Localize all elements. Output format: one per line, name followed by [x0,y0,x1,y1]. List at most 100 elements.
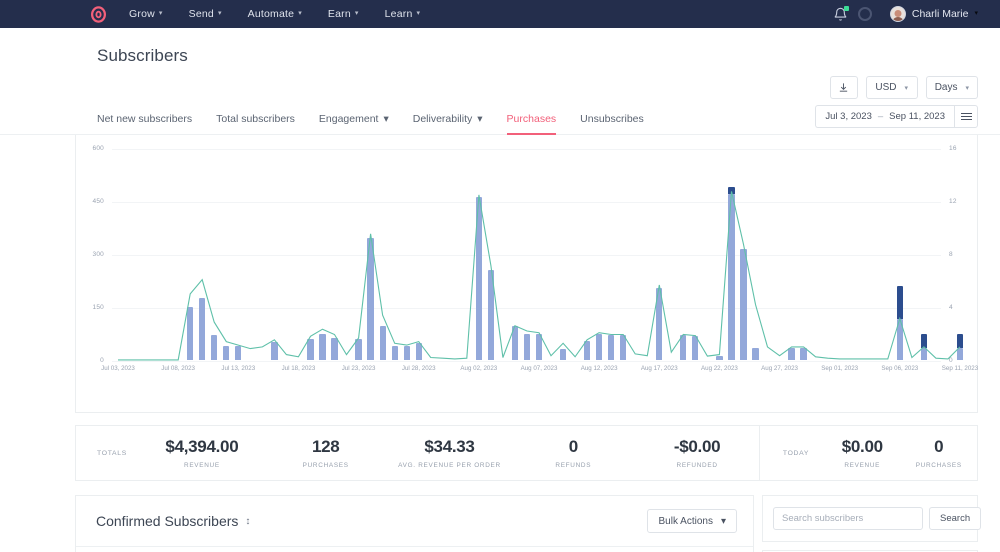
user-menu[interactable]: Charli Marie ▾ [889,6,978,22]
x-axis-tick-label: Aug 27, 2023 [761,365,798,372]
user-name-label: Charli Marie [911,8,969,20]
nav-right-cluster: Charli Marie ▾ [833,0,1000,28]
nav-item-earn-label: Earn [327,8,351,20]
x-axis-tick-label: Aug 07, 2023 [520,365,558,372]
stat-purchases-value: 128 [311,437,340,456]
nav-item-automate[interactable]: Automate ▾ [248,8,302,20]
bell-icon[interactable] [833,5,849,22]
today-revenue-value: $0.00 [841,437,883,456]
search-button[interactable]: Search [929,507,982,530]
x-axis-tick-label: Jul 03, 2023 [101,365,135,372]
page-container: Subscribers USD ▾ Days ▾ Net new subscri… [0,28,1000,552]
tab-net-new-subscribers-label: Net new subscribers [97,113,193,125]
nav-item-learn[interactable]: Learn ▾ [385,8,421,20]
stat-refunds: 0 REFUNDS [511,437,635,469]
table-column-headers: SUBSCRIBER SUBSCRIPTION DATE STATUS [76,546,753,552]
x-axis-tick-label: Aug 17, 2023 [640,365,678,372]
stat-avg-revenue-caption: AVG. REVENUE PER ORDER [398,462,501,469]
report-tabs-row: Net new subscribers Total subscribers En… [0,99,1000,135]
date-range-end: Sep 11, 2023 [889,111,945,122]
chevron-down-icon: ▾ [217,10,222,17]
report-tabs: Net new subscribers Total subscribers En… [97,113,644,135]
date-range-input[interactable]: Jul 3, 2023 – Sep 11, 2023 [815,105,954,128]
x-axis-tick-label: Aug 22, 2023 [701,365,738,372]
currency-selector[interactable]: USD ▾ [865,76,918,99]
nav-item-learn-label: Learn [384,8,413,20]
today-purchases-caption: PURCHASES [915,462,962,469]
subscribers-table-header: Confirmed Subscribers ↕ Bulk Actions ▾ [76,496,753,546]
x-axis-tick-label: Sep 01, 2023 [821,365,859,372]
tab-engagement[interactable]: Engagement ▾ [319,113,389,134]
download-button[interactable] [829,76,858,99]
x-axis-tick-label: Sep 06, 2023 [881,365,919,372]
today-panel: TODAY $0.00 REVENUE 0 PURCHASES [760,425,978,481]
subscribers-section: Confirmed Subscribers ↕ Bulk Actions ▾ S… [75,495,982,552]
x-axis-tick-label: Jul 28, 2023 [401,365,436,372]
today-label: TODAY [782,449,810,457]
calendar-button[interactable] [954,105,978,128]
purchases-chart-card: 0 150 300 450 600 0 4 8 12 16 Jul 03, 2023 Jul 08, … [75,135,978,413]
x-axis-tick-label: Jul 13, 2023 [221,365,256,372]
today-revenue-caption: REVENUE [844,462,881,469]
chevron-down-icon: ▾ [416,10,421,17]
totals-panel: TOTALS $4,394.00 REVENUE 128 PURCHASES $… [75,425,760,481]
subscribers-title-group[interactable]: Confirmed Subscribers ↕ [96,513,250,529]
tab-deliverability-label: Deliverability [412,113,473,125]
download-icon [840,83,848,92]
chevron-down-icon: ▾ [477,113,483,125]
stat-revenue-value: $4,394.00 [165,437,239,456]
nav-item-send[interactable]: Send ▾ [189,8,222,20]
chevron-down-icon: ▾ [974,10,978,17]
stat-purchases: 128 PURCHASES [264,437,388,469]
date-range-control: Jul 3, 2023 – Sep 11, 2023 [815,105,978,134]
totals-row: TOTALS $4,394.00 REVENUE 128 PURCHASES $… [75,425,978,481]
nav-item-earn[interactable]: Earn ▾ [328,8,359,20]
date-range-start: Jul 3, 2023 [825,111,872,122]
nav-item-grow[interactable]: Grow ▾ [129,8,163,20]
sidebar-actions: Search Add Subscribers [762,495,982,552]
currency-selector-label: USD [875,82,897,93]
chevron-down-icon: ▾ [383,113,389,125]
chevron-down-icon: ▾ [720,515,726,527]
convertkit-logo-icon [90,5,107,23]
bulk-actions-button[interactable]: Bulk Actions ▾ [647,509,737,533]
today-purchases-value: 0 [934,437,944,456]
chevron-down-icon: ▾ [298,10,302,17]
stat-revenue-caption: REVENUE [184,462,220,469]
chevron-down-icon: ▾ [965,84,969,92]
tab-deliverability[interactable]: Deliverability ▾ [413,113,483,134]
interval-selector[interactable]: Days ▾ [925,76,978,99]
tab-unsubscribes[interactable]: Unsubscribes [580,113,644,134]
purchases-chart[interactable]: 0 150 300 450 600 0 4 8 12 16 Jul 03, 2023 Jul 08, … [76,135,979,412]
stat-revenue: $4,394.00 REVENUE [140,437,264,469]
search-input[interactable] [773,507,923,530]
stat-refunded-caption: REFUNDED [676,462,718,469]
today-stat-purchases: 0 PURCHASES [901,437,978,469]
app-logo[interactable] [90,5,107,23]
x-axis-tick-label: Jul 18, 2023 [281,365,316,372]
tab-total-subscribers[interactable]: Total subscribers [216,113,295,134]
x-axis-tick-label: Aug 02, 2023 [460,365,498,372]
page-header: Subscribers [0,28,1000,66]
chevron-down-icon: ▾ [158,10,163,17]
stat-refunds-caption: REFUNDS [555,462,592,469]
chevron-down-icon: ▾ [354,10,359,17]
tab-total-subscribers-label: Total subscribers [216,113,295,125]
chart-toolbar: USD ▾ Days ▾ [0,66,1000,99]
subscribers-table-card: Confirmed Subscribers ↕ Bulk Actions ▾ S… [75,495,754,552]
chevron-down-icon: ▾ [904,84,908,92]
nav-item-grow-label: Grow [129,8,155,20]
tab-purchases[interactable]: Purchases [506,113,557,135]
tab-purchases-label: Purchases [506,113,557,125]
circle-icon[interactable] [857,7,872,21]
x-axis-tick-label: Jul 23, 2023 [341,365,376,372]
nav-item-automate-label: Automate [247,8,295,20]
totals-label: TOTALS [96,449,127,457]
stat-refunded: -$0.00 REFUNDED [635,437,759,469]
tab-net-new-subscribers[interactable]: Net new subscribers [97,113,192,134]
tab-engagement-label: Engagement [318,113,379,125]
tab-unsubscribes-label: Unsubscribes [580,113,644,125]
sort-toggle-icon[interactable]: ↕ [245,516,250,527]
today-stat-revenue: $0.00 REVENUE [824,437,901,469]
search-card: Search [762,495,982,542]
